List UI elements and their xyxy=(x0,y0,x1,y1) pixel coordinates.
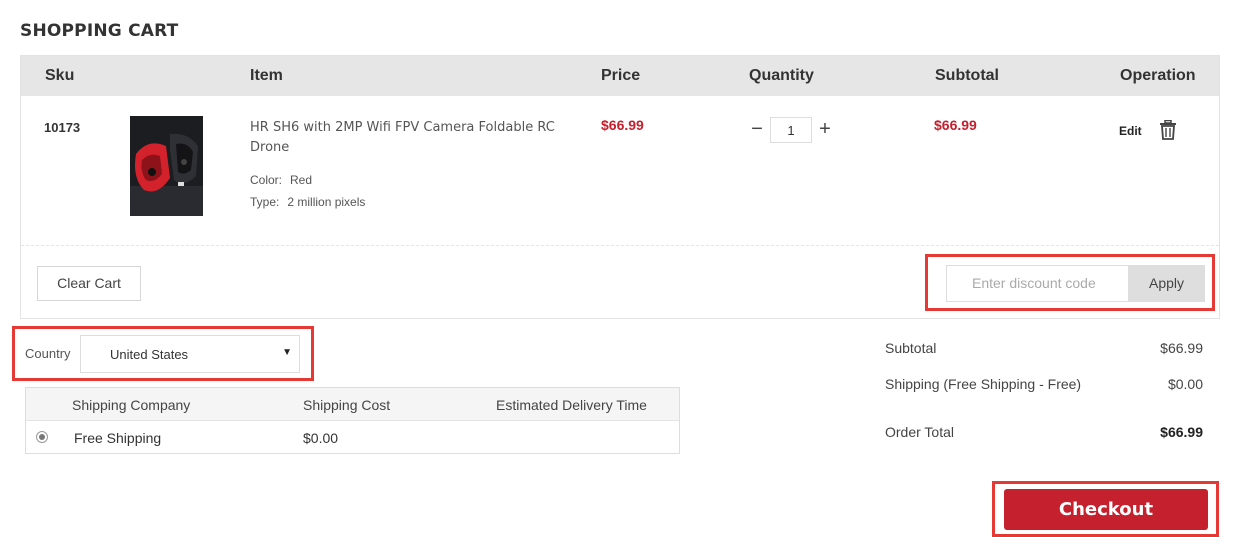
trash-icon xyxy=(1160,119,1176,140)
item-attribute-type: Type: 2 million pixels xyxy=(250,195,365,209)
decrease-quantity-button[interactable]: − xyxy=(748,117,766,143)
summary-subtotal-value: $66.99 xyxy=(1160,340,1203,356)
dropdown-arrow-icon: ▼ xyxy=(282,347,292,358)
country-section: Country United States ▼ xyxy=(12,326,314,381)
checkout-button[interactable]: Checkout xyxy=(1004,489,1208,530)
delete-item-button[interactable] xyxy=(1159,119,1177,140)
summary-total-label: Order Total xyxy=(885,424,954,440)
item-attribute-color: Color: Red xyxy=(250,173,312,187)
shipping-company: Free Shipping xyxy=(74,430,162,446)
column-header-operation: Operation xyxy=(1120,67,1196,84)
column-header-quantity: Quantity xyxy=(749,67,814,84)
country-select[interactable]: United States ▼ xyxy=(80,335,300,373)
attribute-key: Color: xyxy=(250,173,283,187)
page-title: SHOPPING CART xyxy=(20,21,179,41)
item-name[interactable]: HR SH6 with 2MP Wifi FPV Camera Foldable… xyxy=(250,118,570,158)
row-divider xyxy=(21,245,1219,246)
column-header-price: Price xyxy=(601,67,641,84)
column-header-delivery-time: Estimated Delivery Time xyxy=(496,397,647,413)
column-header-sku: Sku xyxy=(45,67,75,84)
shipping-cost: $0.00 xyxy=(303,430,339,446)
attribute-value: Red xyxy=(290,173,313,187)
quantity-input[interactable] xyxy=(770,117,812,143)
summary-subtotal-label: Subtotal xyxy=(885,340,937,356)
shipping-method-table: Shipping Company Shipping Cost Estimated… xyxy=(25,387,680,454)
shipping-option-radio[interactable] xyxy=(36,431,48,443)
column-header-shipping-company: Shipping Company xyxy=(72,397,191,413)
attribute-key: Type: xyxy=(250,195,280,209)
summary-shipping-value: $0.00 xyxy=(1167,376,1203,392)
shipping-table-header: Shipping Company Shipping Cost Estimated… xyxy=(26,388,679,421)
summary-total-value: $66.99 xyxy=(1160,424,1203,440)
cart-table-header: Sku Item Price Quantity Subtotal Operati… xyxy=(21,56,1219,96)
country-label: Country xyxy=(25,346,71,361)
product-thumbnail[interactable] xyxy=(130,116,203,216)
edit-item-link[interactable]: Edit xyxy=(1119,124,1142,138)
column-header-subtotal: Subtotal xyxy=(935,67,999,84)
attribute-value: 2 million pixels xyxy=(287,195,366,209)
column-header-shipping-cost: Shipping Cost xyxy=(303,397,391,413)
apply-discount-button[interactable]: Apply xyxy=(1128,265,1205,302)
summary-shipping-label: Shipping (Free Shipping - Free) xyxy=(885,376,1082,392)
drone-image xyxy=(130,116,203,216)
column-header-item: Item xyxy=(250,67,283,84)
clear-cart-button[interactable]: Clear Cart xyxy=(37,266,141,301)
discount-code-section: Enter discount code Apply xyxy=(925,254,1215,311)
item-subtotal: $66.99 xyxy=(934,117,977,133)
discount-code-input[interactable]: Enter discount code xyxy=(946,265,1129,302)
quantity-stepper: − + xyxy=(748,117,834,143)
increase-quantity-button[interactable]: + xyxy=(816,117,834,143)
item-price: $66.99 xyxy=(601,117,644,133)
country-selected-value: United States xyxy=(110,347,189,362)
item-sku: 10173 xyxy=(44,120,81,135)
checkout-section: Checkout xyxy=(992,481,1219,537)
